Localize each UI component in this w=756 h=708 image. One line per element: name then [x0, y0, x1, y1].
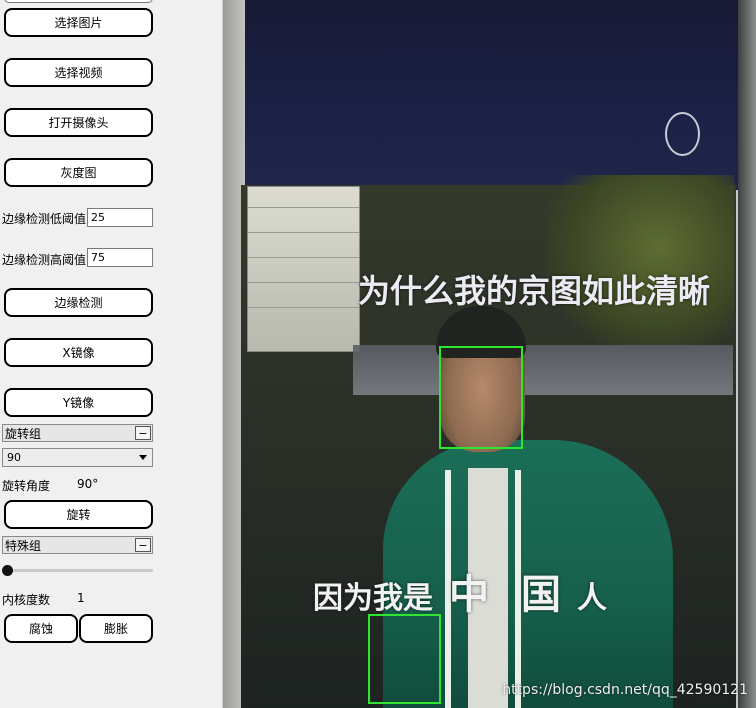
- select-image-button[interactable]: 选择图片: [4, 8, 153, 37]
- kernel-size-value: 1: [77, 591, 85, 605]
- board-line: [248, 282, 359, 283]
- photo-region-foliage: [544, 175, 734, 355]
- rotate-group-header: 旋转组 −: [2, 424, 153, 442]
- edge-low-threshold-label: 边缘检测低阈值: [2, 212, 87, 226]
- photo-region-phone-camera: [665, 112, 700, 156]
- special-group-header: 特殊组 −: [2, 536, 153, 554]
- partial-top-widget: [4, 0, 153, 3]
- special-group-title: 特殊组: [5, 538, 42, 553]
- camera-display: 为什么我的京图如此清晰 因为我是中国人 https://blog.csdn.ne…: [223, 0, 756, 708]
- grayscale-button[interactable]: 灰度图: [4, 158, 153, 187]
- erode-button[interactable]: 腐蚀: [4, 614, 78, 643]
- rotate-button[interactable]: 旋转: [4, 500, 153, 529]
- subtitle-line-2-part-d: 人: [577, 581, 607, 616]
- slider-track: [4, 569, 153, 572]
- subtitle-line-2-part-b: 中: [449, 572, 489, 618]
- special-group-collapse-button[interactable]: −: [135, 538, 151, 552]
- face-detection-box: [439, 346, 523, 449]
- board-line: [248, 257, 359, 258]
- dilate-button[interactable]: 膨胀: [79, 614, 153, 643]
- subtitle-line-2: 因为我是中国人: [313, 562, 607, 620]
- kernel-size-slider[interactable]: [2, 563, 153, 579]
- subtitle-line-1: 为什么我的京图如此清晰: [358, 272, 711, 310]
- y-mirror-button[interactable]: Y镜像: [4, 388, 153, 417]
- rotate-angle-select-value: 90: [7, 451, 21, 464]
- board-line: [248, 232, 359, 233]
- slider-thumb[interactable]: [2, 565, 13, 576]
- chevron-down-icon: [139, 455, 147, 460]
- photo-region-phone-top: [223, 0, 756, 190]
- edge-high-threshold-input[interactable]: [87, 248, 153, 267]
- rotate-group-collapse-button[interactable]: −: [135, 426, 151, 440]
- open-camera-button[interactable]: 打开摄像头: [4, 108, 153, 137]
- rotate-angle-value: 90°: [77, 477, 99, 491]
- edge-detect-button[interactable]: 边缘检测: [4, 288, 153, 317]
- edge-high-threshold-label: 边缘检测高阈值: [2, 253, 87, 267]
- control-panel: 选择图片 选择视频 打开摄像头 灰度图 边缘检测低阈值 边缘检测高阈值 边缘检测…: [0, 0, 222, 708]
- subtitle-line-2-part-a: 因为我是: [313, 581, 433, 616]
- watermark-text: https://blog.csdn.net/qq_42590121: [502, 682, 748, 698]
- face-detection-box: [368, 614, 441, 704]
- select-video-button[interactable]: 选择视频: [4, 58, 153, 87]
- photo-region-phone-edge-right: [738, 0, 756, 708]
- photo-region-window-board: [247, 186, 360, 352]
- board-line: [248, 207, 359, 208]
- rotate-angle-select[interactable]: 90: [2, 448, 153, 467]
- subtitle-line-2-part-c: 国: [521, 572, 561, 618]
- rotate-angle-label: 旋转角度: [2, 479, 51, 493]
- photo-region-wall: [353, 345, 733, 395]
- rotate-group-title: 旋转组: [5, 426, 42, 441]
- kernel-size-label: 内核度数: [2, 593, 51, 607]
- x-mirror-button[interactable]: X镜像: [4, 338, 153, 367]
- board-line: [248, 307, 359, 308]
- edge-low-threshold-input[interactable]: [87, 208, 153, 227]
